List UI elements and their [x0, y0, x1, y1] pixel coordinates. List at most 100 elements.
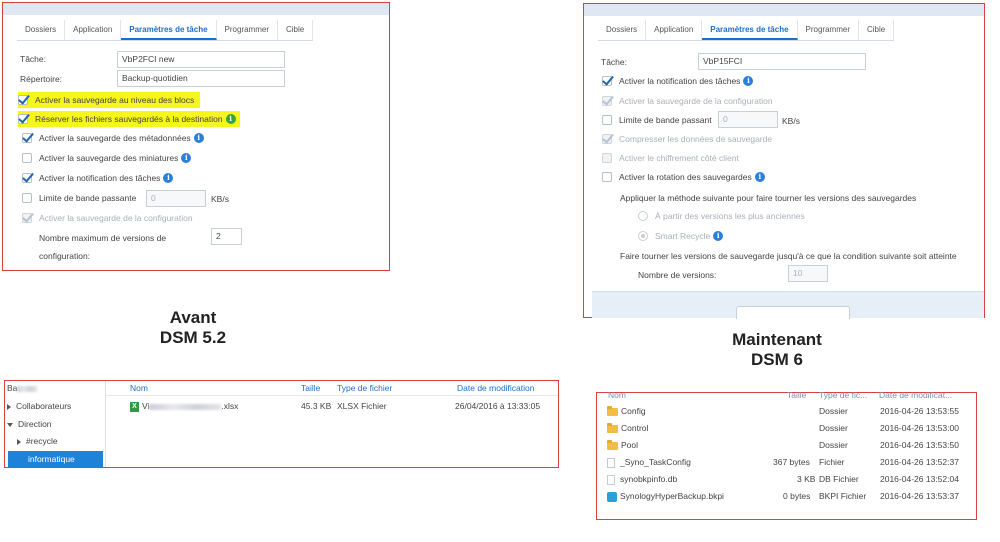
option-block-backup[interactable]: Activer la sauvegarde au niveau des bloc…	[18, 92, 201, 108]
option-rotation[interactable]: Activer la rotation des sauvegardes i	[602, 169, 765, 185]
file-size: 0 bytes	[783, 491, 811, 501]
task-name-input[interactable]: VbP15FCI	[698, 53, 866, 70]
info-icon[interactable]: i	[163, 173, 174, 183]
checkbox-block-backup[interactable]	[18, 95, 28, 105]
checkbox-config-backup[interactable]	[22, 213, 32, 223]
col-header-size[interactable]: Taille	[787, 390, 806, 400]
tree-root[interactable]: Ba	[7, 383, 38, 393]
directory-input[interactable]: Backup-quotidien	[117, 70, 285, 87]
table-row[interactable]: synobkpinfo.db	[607, 474, 677, 485]
caret-down-icon[interactable]	[7, 422, 13, 427]
option-config-backup[interactable]: Activer la sauvegarde de la configuratio…	[602, 93, 773, 109]
tree-item-recycle[interactable]: #recycle	[17, 436, 58, 446]
checkbox-compress[interactable]	[602, 134, 612, 144]
col-header-size[interactable]: Taille	[301, 383, 320, 393]
table-row[interactable]: _Syno_TaskConfig	[607, 457, 691, 468]
bandwidth-input[interactable]: 0	[146, 190, 206, 207]
tab-programmer[interactable]: Programmer	[798, 20, 859, 40]
radio-button[interactable]	[638, 231, 648, 241]
tab-task-settings[interactable]: Paramètres de tâche	[121, 20, 217, 40]
file-type: Dossier	[819, 423, 848, 433]
checkbox-metadata[interactable]	[22, 133, 32, 143]
option-label: Réserver les fichiers sauvegardés à la d…	[35, 114, 223, 124]
right-tab-bar: Dossiers Application Paramètres de tâche…	[598, 20, 895, 41]
option-thumbnails[interactable]: Activer la sauvegarde des miniatures i	[22, 150, 192, 166]
apply-button[interactable]	[736, 306, 850, 319]
option-bandwidth[interactable]: Limite de bande passante	[22, 190, 136, 206]
option-config-backup[interactable]: Activer la sauvegarde de la configuratio…	[22, 210, 193, 226]
file-type: DB Fichier	[819, 474, 859, 484]
info-icon[interactable]: i	[754, 172, 765, 182]
col-header-date[interactable]: Date de modification	[457, 383, 535, 393]
bandwidth-unit: KB/s	[782, 116, 800, 126]
option-label: Activer la rotation des sauvegardes	[619, 172, 752, 182]
option-label: Limite de bande passant	[619, 115, 712, 125]
option-compress[interactable]: Compresser les données de sauvegarde	[602, 131, 772, 147]
col-header-name[interactable]: Nom	[130, 383, 148, 393]
option-metadata[interactable]: Activer la sauvegarde des métadonnées i	[22, 130, 204, 146]
option-label: Compresser les données de sauvegarde	[619, 134, 773, 144]
checkbox-notification[interactable]	[22, 173, 32, 183]
caption-before: Avant	[169, 308, 217, 327]
option-notification[interactable]: Activer la notification des tâches i	[22, 170, 174, 186]
radio-smart-recycle[interactable]: Smart Recycle i	[638, 228, 724, 244]
checkbox-config-backup[interactable]	[602, 96, 612, 106]
radio-oldest-versions[interactable]: À partir des versions les plus anciennes	[638, 208, 805, 224]
task-label: Tâche:	[20, 54, 46, 64]
tab-cible[interactable]: Cible	[278, 20, 314, 40]
tree-divider	[105, 381, 106, 467]
col-header-date[interactable]: Date de modificat...	[879, 390, 952, 400]
checkbox-rotation[interactable]	[602, 172, 612, 182]
tab-cible[interactable]: Cible	[859, 20, 895, 40]
caption-before-version: DSM 5.2	[159, 328, 227, 347]
versions-count-input[interactable]: 10	[788, 265, 828, 282]
checkbox-bandwidth[interactable]	[602, 115, 612, 125]
tree-item-informatique[interactable]: informatique	[8, 451, 103, 467]
checkbox-thumbnails[interactable]	[22, 153, 32, 163]
checkbox-encryption[interactable]	[602, 153, 612, 163]
excel-file-icon: X	[130, 401, 139, 412]
col-header-name[interactable]: Nom	[608, 390, 626, 400]
col-header-type[interactable]: Type de fic...	[819, 390, 867, 400]
tree-item-collaborateurs[interactable]: Collaborateurs	[7, 401, 71, 411]
tab-application[interactable]: Application	[65, 20, 122, 40]
table-row[interactable]: X Vi .xlsx	[130, 401, 238, 412]
info-icon[interactable]: i	[743, 76, 754, 86]
left-tab-bar: Dossiers Application Paramètres de tâche…	[17, 20, 314, 41]
tab-dossiers[interactable]: Dossiers	[17, 20, 66, 40]
bandwidth-input[interactable]: 0	[718, 111, 778, 128]
col-header-type[interactable]: Type de fichier	[337, 383, 392, 393]
checkbox-reserve-files[interactable]	[18, 114, 28, 124]
table-row[interactable]: Config	[607, 405, 646, 416]
tree-item-direction[interactable]: Direction	[7, 419, 52, 429]
checkbox-bandwidth[interactable]	[22, 193, 32, 203]
option-bandwidth[interactable]: Limite de bande passant	[602, 112, 712, 128]
tab-programmer[interactable]: Programmer	[217, 20, 278, 40]
caret-right-icon[interactable]	[17, 438, 21, 445]
tab-task-settings[interactable]: Paramètres de tâche	[702, 20, 798, 40]
option-notification[interactable]: Activer la notification des tâches i	[602, 73, 754, 89]
file-date: 26/04/2016 à 13:33:05	[455, 401, 541, 411]
max-versions-input[interactable]: 2	[211, 228, 242, 245]
left-panel-topbar	[3, 3, 389, 15]
tab-dossiers[interactable]: Dossiers	[598, 20, 647, 40]
table-row[interactable]: SynologyHyperBackup.bkpi	[607, 491, 724, 502]
max-versions-label-2: configuration:	[39, 251, 91, 261]
option-encryption[interactable]: Activer le chiffrement côté client	[602, 150, 739, 166]
info-icon[interactable]: i	[193, 133, 204, 143]
radio-button[interactable]	[638, 211, 648, 221]
caption-now-version: DSM 6	[751, 350, 803, 369]
option-reserve-files[interactable]: Réserver les fichiers sauvegardés à la d…	[18, 111, 240, 127]
table-row[interactable]: Pool	[607, 439, 638, 450]
tab-application[interactable]: Application	[646, 20, 703, 40]
info-icon[interactable]: i	[181, 153, 192, 163]
rotation-method-text: Appliquer la méthode suivante pour faire…	[620, 193, 917, 203]
table-row[interactable]: Control	[607, 422, 648, 433]
info-icon[interactable]: i	[713, 231, 724, 241]
info-icon[interactable]: i	[225, 114, 236, 124]
header-divider	[106, 395, 558, 396]
caret-right-icon[interactable]	[7, 403, 11, 410]
task-name-input[interactable]: VbP2FCI new	[117, 51, 285, 68]
checkbox-notification[interactable]	[602, 76, 612, 86]
versions-count-label: Nombre de versions:	[638, 270, 717, 280]
